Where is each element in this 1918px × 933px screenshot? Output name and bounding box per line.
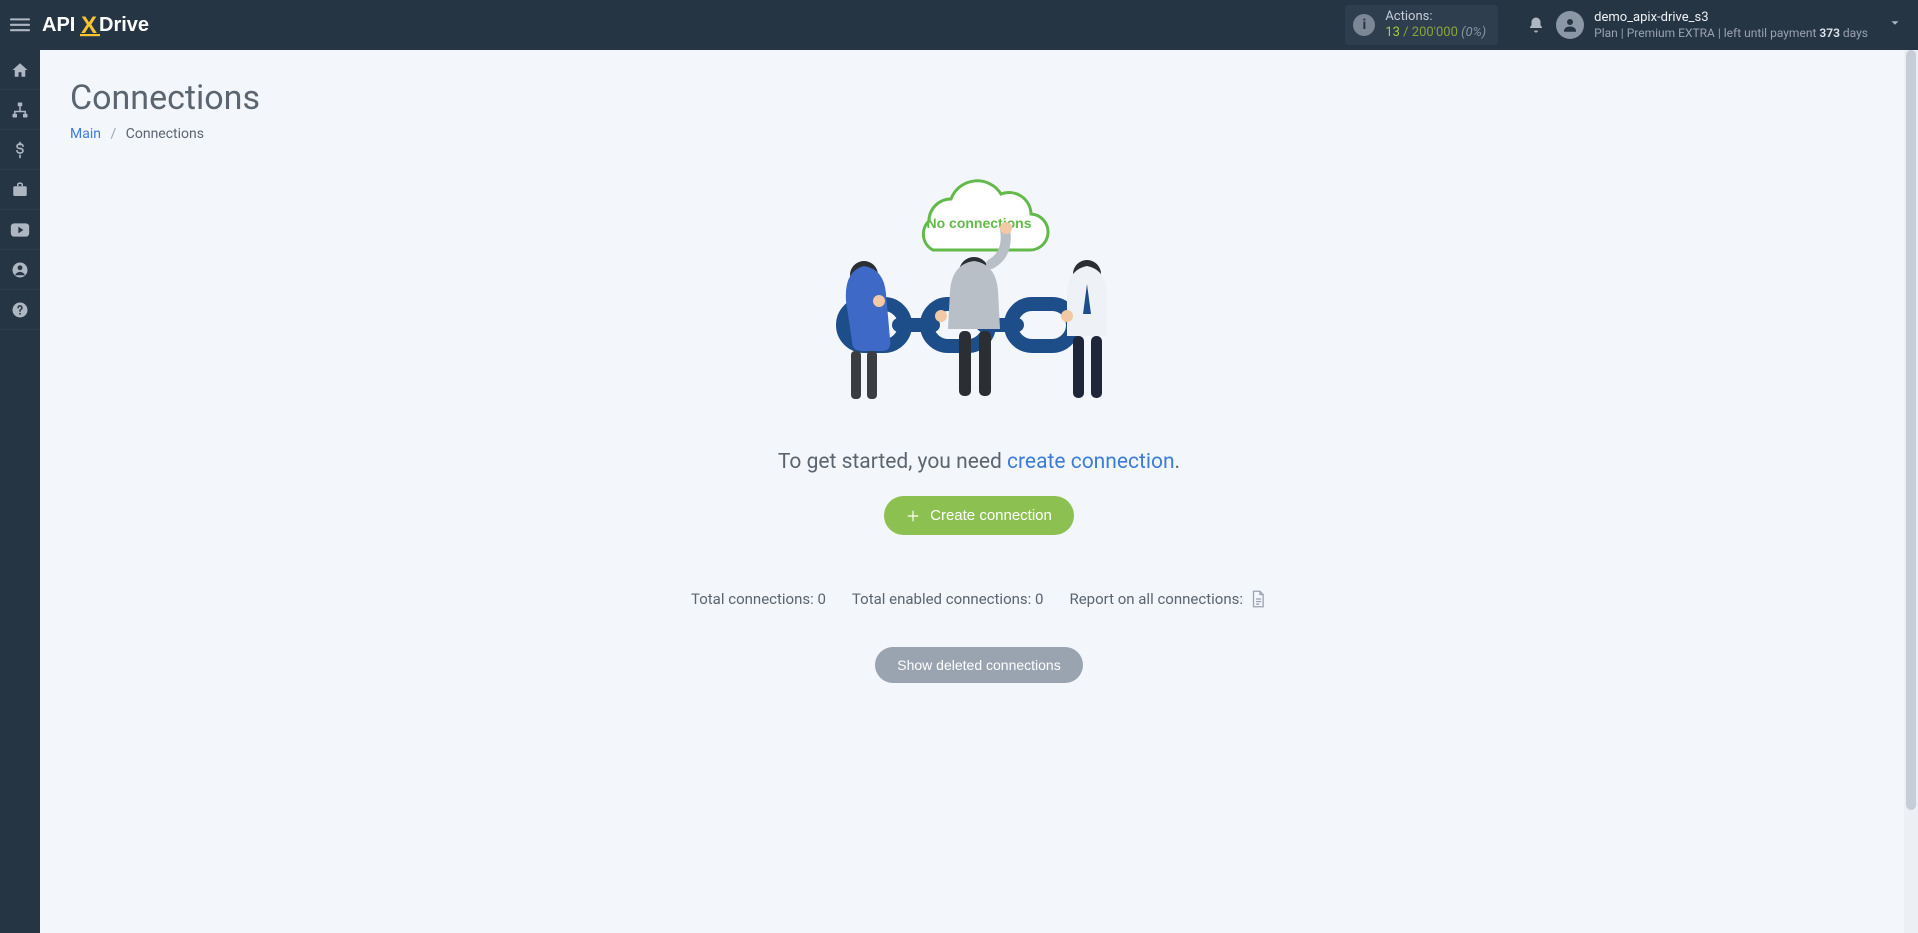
sidebar-item-home[interactable] <box>0 50 40 90</box>
question-icon <box>11 301 29 319</box>
user-plan: Plan | Premium EXTRA | left until paymen… <box>1594 26 1868 40</box>
stats-row: Total connections: 0 Total enabled conne… <box>691 589 1267 609</box>
sidebar-item-help[interactable] <box>0 290 40 330</box>
file-icon <box>1250 590 1266 608</box>
actions-label: Actions: <box>1385 9 1486 25</box>
sidebar-item-video[interactable] <box>0 210 40 250</box>
actions-quota-box[interactable]: i Actions: 13 / 200'000 (0%) <box>1345 5 1498 44</box>
logo-icon: API X Drive <box>42 11 172 39</box>
dollar-icon <box>11 141 29 159</box>
info-icon: i <box>1353 14 1375 36</box>
notifications-button[interactable] <box>1516 0 1556 50</box>
sidebar-item-billing[interactable] <box>0 130 40 170</box>
user-icon <box>1561 16 1579 34</box>
breadcrumb: Main / Connections <box>70 126 1888 142</box>
scrollbar-thumb[interactable] <box>1906 50 1916 810</box>
create-connection-link[interactable]: create connection <box>1007 450 1175 474</box>
user-menu[interactable]: demo_apix-drive_s3 Plan | Premium EXTRA … <box>1556 10 1908 40</box>
hamburger-menu-button[interactable] <box>0 0 40 50</box>
cloud-label: No connections <box>926 215 1031 231</box>
svg-text:API: API <box>42 14 75 36</box>
youtube-icon <box>10 222 30 238</box>
home-icon <box>11 61 29 79</box>
brand-logo[interactable]: API X Drive <box>42 11 172 39</box>
account-icon <box>11 261 29 279</box>
report-all-connections: Report on all connections: <box>1069 589 1267 609</box>
sidebar-item-connections[interactable] <box>0 90 40 130</box>
sidebar-item-account[interactable] <box>0 250 40 290</box>
svg-text:Drive: Drive <box>99 14 149 36</box>
create-connection-button[interactable]: Create connection <box>884 496 1074 535</box>
user-name: demo_apix-drive_s3 <box>1594 10 1868 26</box>
breadcrumb-separator: / <box>110 126 116 142</box>
total-connections: Total connections: 0 <box>691 590 826 608</box>
get-started-text: To get started, you need create connecti… <box>778 450 1180 474</box>
breadcrumb-main-link[interactable]: Main <box>70 126 101 142</box>
actions-value: 13 / 200'000 (0%) <box>1385 25 1486 41</box>
sitemap-icon <box>11 101 29 119</box>
sidebar <box>0 50 40 933</box>
sidebar-item-briefcase[interactable] <box>0 170 40 210</box>
bell-icon <box>1527 16 1545 34</box>
chevron-down-icon <box>1888 15 1902 34</box>
breadcrumb-current: Connections <box>126 126 204 142</box>
avatar <box>1556 11 1584 39</box>
hamburger-icon <box>10 15 30 35</box>
no-connections-illustration: No connections <box>809 166 1149 426</box>
main-content: Connections Main / Connections No connec… <box>40 50 1918 933</box>
page-title: Connections <box>70 78 1888 118</box>
briefcase-icon <box>11 181 29 199</box>
top-bar: API X Drive i Actions: 13 / 200'000 (0%)… <box>0 0 1918 50</box>
show-deleted-connections-button[interactable]: Show deleted connections <box>875 647 1082 683</box>
empty-state: No connections <box>70 166 1888 683</box>
plus-icon <box>906 509 920 523</box>
total-enabled-connections: Total enabled connections: 0 <box>852 590 1044 608</box>
report-download-button[interactable] <box>1249 589 1267 609</box>
